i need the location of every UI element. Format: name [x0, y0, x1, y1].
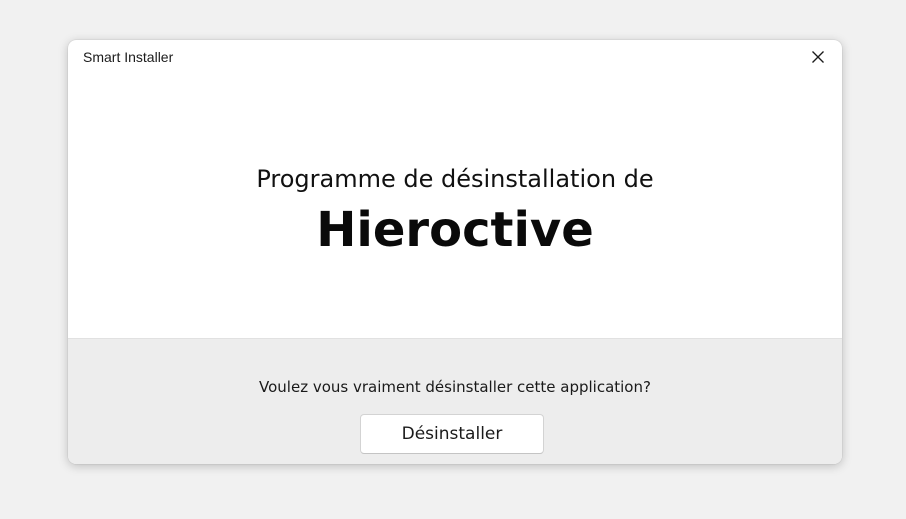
title-bar: Smart Installer [68, 40, 842, 74]
window-title: Smart Installer [83, 49, 174, 65]
close-icon [811, 50, 825, 64]
footer-panel: Voulez vous vraiment désinstaller cette … [68, 338, 842, 464]
uninstall-button[interactable]: Désinstaller [360, 414, 544, 454]
confirmation-question: Voulez vous vraiment désinstaller cette … [259, 378, 651, 396]
uninstaller-subtitle: Programme de désinstallation de [256, 165, 654, 193]
uninstaller-dialog: Smart Installer Programme de désinstalla… [68, 40, 842, 464]
close-button[interactable] [804, 45, 832, 69]
app-name: Hieroctive [316, 202, 594, 258]
hero-section: Programme de désinstallation de Hierocti… [68, 74, 842, 338]
